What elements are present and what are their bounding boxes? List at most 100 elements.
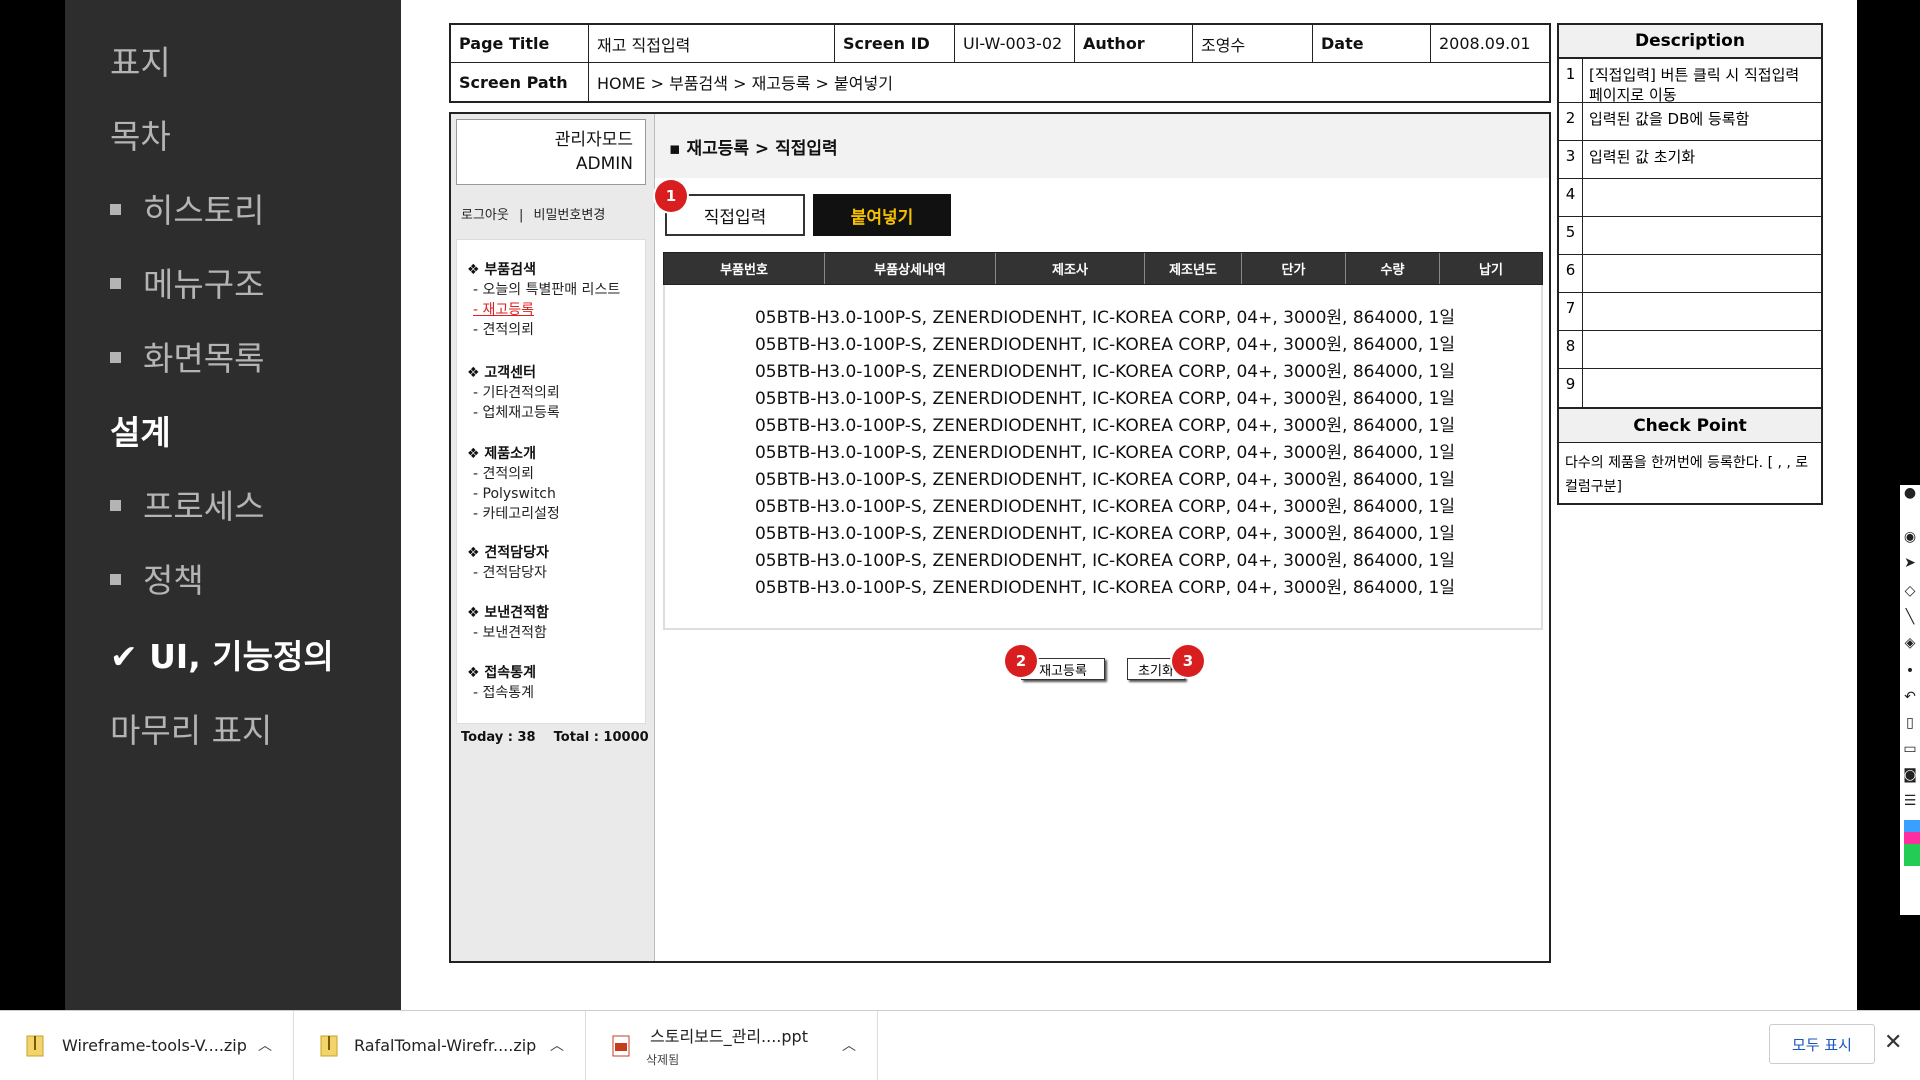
- bullet-icon: [110, 574, 121, 585]
- menu-heading[interactable]: ❖ 보낸견적함: [467, 603, 549, 623]
- tag-icon[interactable]: ◇: [1902, 583, 1918, 599]
- download-item[interactable]: RafalTomal-Wirefr....zip ︿: [294, 1011, 586, 1080]
- page-title-label: Page Title: [451, 25, 589, 63]
- screen-path-value: HOME > 부품검색 > 재고등록 > 붙여넣기: [597, 74, 893, 93]
- wireframe-left-column: 관리자모드 ADMIN 로그아웃 | 비밀번호변경 ❖ 부품검색 - 오늘의 특…: [451, 114, 655, 961]
- color-swatch-blue[interactable]: [1904, 820, 1920, 832]
- sidebar-item-history[interactable]: 히스토리: [110, 184, 264, 232]
- menu-item-quote-manager[interactable]: - 견적담당자: [467, 563, 549, 583]
- download-item[interactable]: 스토리보드_관리....ppt 삭제됨 ︿: [586, 1011, 878, 1080]
- menu-item-vendor-stock[interactable]: - 업체재고등록: [467, 403, 560, 423]
- sidebar-item-process[interactable]: 프로세스: [110, 480, 264, 528]
- table-row: 05BTB-H3.0-100P-S, ZENERDIODENHT, IC-KOR…: [754, 470, 1456, 490]
- eye-icon[interactable]: ◉: [1902, 529, 1918, 545]
- table-row: 05BTB-H3.0-100P-S, ZENERDIODENHT, IC-KOR…: [754, 443, 1456, 463]
- menu-group-products: ❖ 제품소개 - 견적의뢰 - Polyswitch - 카테고리설정: [467, 444, 560, 524]
- callout-badge-2: 2: [1005, 645, 1037, 677]
- menu-item-special-sale[interactable]: - 오늘의 특별판매 리스트: [467, 280, 620, 300]
- link-separator: |: [518, 208, 524, 223]
- sidebar: 표지 목차 히스토리 메뉴구조 화면목록 설계 프로세스 정책 ✔ UI, 기능…: [65, 0, 401, 1010]
- menu-item-sent-quotes[interactable]: - 보낸견적함: [467, 623, 549, 643]
- menu-heading[interactable]: ❖ 접속통계: [467, 663, 536, 683]
- paste-textarea[interactable]: 05BTB-H3.0-100P-S, ZENERDIODENHT, IC-KOR…: [663, 285, 1543, 630]
- eraser-icon[interactable]: ◈: [1902, 635, 1918, 651]
- close-icon[interactable]: ✕: [1884, 1030, 1902, 1055]
- column-header: 제조년도: [1145, 253, 1242, 284]
- chevron-up-icon[interactable]: ︿: [550, 1035, 564, 1055]
- menu-item-access-stats[interactable]: - 접속통계: [467, 683, 536, 703]
- chevron-up-icon[interactable]: ︿: [842, 1035, 856, 1055]
- menu-heading[interactable]: ❖ 부품검색: [467, 260, 620, 280]
- column-header: 부품번호: [664, 253, 825, 284]
- wireframe-nav-menu: ❖ 부품검색 - 오늘의 특별판매 리스트 - 재고등록 - 견적의뢰 ❖ 고객…: [456, 239, 646, 724]
- ppt-file-icon: [612, 1035, 630, 1057]
- column-header: 수량: [1346, 253, 1440, 284]
- description-title: Description: [1559, 25, 1821, 59]
- description-row: 9: [1559, 369, 1821, 407]
- undo-icon[interactable]: ↶: [1902, 689, 1918, 705]
- bullet-icon: [110, 278, 121, 289]
- menu-item-quote-request[interactable]: - 견적의뢰: [467, 464, 560, 484]
- annotation-toolbar: ● ◉ ➤ ◇ ╲ ◈ • ↶ ▯ ▭ ◙ ☰: [1900, 485, 1920, 915]
- dot-icon[interactable]: •: [1902, 663, 1918, 679]
- menu-item-quote-request[interactable]: - 견적의뢰: [467, 320, 620, 340]
- wireframe-content: ▪ 재고등록 > 직접입력 직접입력 붙여넣기 1 부품번호 부품상세내역 제조…: [655, 114, 1549, 961]
- table-row: 05BTB-H3.0-100P-S, ZENERDIODENHT, IC-KOR…: [754, 416, 1456, 436]
- page-title-value: 재고 직접입력: [589, 25, 835, 63]
- table-row: 05BTB-H3.0-100P-S, ZENERDIODENHT, IC-KOR…: [754, 389, 1456, 409]
- pointer-icon[interactable]: ➤: [1902, 555, 1918, 571]
- camera-icon[interactable]: ◙: [1902, 767, 1918, 783]
- menu-heading[interactable]: ❖ 견적담당자: [467, 543, 549, 563]
- table-row: 05BTB-H3.0-100P-S, ZENERDIODENHT, IC-KOR…: [754, 524, 1456, 544]
- zip-file-icon: [320, 1035, 338, 1057]
- screen-path-label: Screen Path: [451, 63, 589, 101]
- column-header: 단가: [1242, 253, 1346, 284]
- trash-icon[interactable]: ▯: [1902, 715, 1918, 731]
- table-row: 05BTB-H3.0-100P-S, ZENERDIODENHT, IC-KOR…: [754, 578, 1456, 598]
- pen-icon[interactable]: ╲: [1902, 609, 1918, 625]
- sidebar-item-menu-structure[interactable]: 메뉴구조: [110, 258, 264, 306]
- download-filename: 스토리보드_관리....ppt: [650, 1027, 808, 1046]
- sidebar-item-ui-definition[interactable]: ✔ UI, 기능정의: [110, 630, 334, 678]
- date-value: 2008.09.01: [1431, 25, 1549, 63]
- visit-counter: Today : 38 Total : 10000: [461, 730, 649, 745]
- author-value: 조영수: [1193, 25, 1313, 63]
- menu-item-polyswitch[interactable]: - Polyswitch: [467, 484, 560, 504]
- logout-link[interactable]: 로그아웃: [461, 208, 509, 223]
- table-row: 05BTB-H3.0-100P-S, ZENERDIODENHT, IC-KOR…: [754, 335, 1456, 355]
- menu-item-other-quote[interactable]: - 기타견적의뢰: [467, 383, 560, 403]
- admin-text: ADMIN: [575, 154, 633, 174]
- screen-icon[interactable]: ▭: [1902, 741, 1918, 757]
- chevron-up-icon[interactable]: ︿: [258, 1035, 272, 1055]
- table-header: 부품번호 부품상세내역 제조사 제조년도 단가 수량 납기: [663, 252, 1543, 285]
- clipboard-icon[interactable]: ☰: [1902, 793, 1918, 809]
- sidebar-item-design[interactable]: 설계: [110, 406, 171, 454]
- download-filename: RafalTomal-Wirefr....zip: [354, 1036, 537, 1055]
- bullet-icon: [110, 500, 121, 511]
- sidebar-item-toc[interactable]: 목차: [110, 110, 171, 158]
- tab-paste[interactable]: 붙여넣기: [813, 194, 951, 236]
- sidebar-item-screen-list[interactable]: 화면목록: [110, 332, 264, 380]
- menu-heading[interactable]: ❖ 제품소개: [467, 444, 560, 464]
- pin-icon[interactable]: ●: [1902, 485, 1918, 501]
- sidebar-item-closing-cover[interactable]: 마무리 표지: [110, 704, 272, 752]
- bullet-icon: [110, 204, 121, 215]
- author-label: Author: [1075, 25, 1193, 63]
- color-swatch-green[interactable]: [1904, 844, 1920, 866]
- sidebar-item-cover[interactable]: 표지: [110, 36, 171, 84]
- menu-group-customer-center: ❖ 고객센터 - 기타견적의뢰 - 업체재고등록: [467, 363, 560, 423]
- show-all-button[interactable]: 모두 표시: [1769, 1024, 1875, 1064]
- menu-item-stock-register[interactable]: - 재고등록: [467, 300, 620, 320]
- menu-item-category-settings[interactable]: - 카테고리설정: [467, 504, 560, 524]
- slide-canvas: Page Title 재고 직접입력 Screen ID UI-W-003-02…: [401, 0, 1857, 1010]
- menu-group-sent-quotes: ❖ 보낸견적함 - 보낸견적함: [467, 603, 549, 643]
- download-item[interactable]: Wireframe-tools-V....zip ︿: [0, 1011, 294, 1080]
- header-table: Page Title 재고 직접입력 Screen ID UI-W-003-02…: [449, 23, 1551, 103]
- sidebar-item-policy[interactable]: 정책: [110, 554, 204, 602]
- wireframe-frame: 관리자모드 ADMIN 로그아웃 | 비밀번호변경 ❖ 부품검색 - 오늘의 특…: [449, 112, 1551, 963]
- change-password-link[interactable]: 비밀번호변경: [534, 208, 606, 223]
- description-row: 3 입력된 값 초기화: [1559, 141, 1821, 179]
- date-label: Date: [1313, 25, 1431, 63]
- menu-heading[interactable]: ❖ 고객센터: [467, 363, 560, 383]
- color-swatch-pink[interactable]: [1904, 832, 1920, 844]
